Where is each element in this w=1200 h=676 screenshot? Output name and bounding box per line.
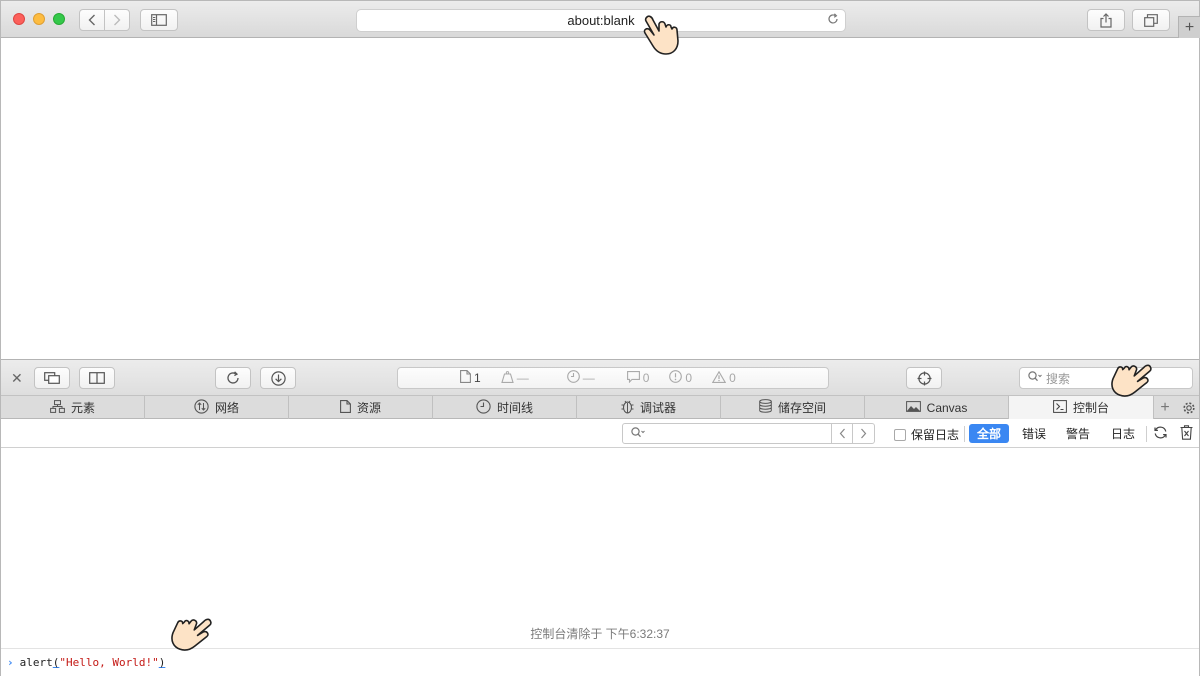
checkbox-box (894, 428, 906, 441)
new-tab-icon: + (1184, 18, 1195, 36)
console-input-function: alert (19, 656, 53, 669)
chevron-right-icon (861, 428, 867, 439)
download-icon (270, 370, 286, 386)
share-button[interactable] (1087, 9, 1125, 31)
open-paren: ( (52, 656, 60, 669)
clear-console-icon[interactable] (1180, 425, 1193, 443)
devtools-toolbar: ✕ 1 — — 0 0 0 搜索 (1, 359, 1199, 396)
sidebar-button[interactable] (140, 9, 178, 31)
filter-all-button[interactable]: 全部 (969, 424, 1009, 443)
close-paren: ) (158, 656, 166, 669)
address-bar[interactable]: about:blank (356, 9, 846, 32)
minimize-window-button[interactable] (33, 13, 45, 25)
sidebar-icon (151, 14, 167, 26)
download-archive-button[interactable] (260, 367, 296, 389)
address-text: about:blank (567, 13, 635, 28)
elements-icon (50, 399, 65, 416)
tab-elements[interactable]: 元素 (1, 396, 145, 419)
message-icon (626, 370, 640, 386)
search-icon (1028, 371, 1042, 385)
document-icon (460, 370, 471, 386)
storage-icon (759, 399, 772, 416)
show-tabs-button[interactable] (1132, 9, 1170, 31)
forward-button[interactable] (104, 9, 130, 31)
warning-count: 0 (711, 370, 736, 386)
console-filter-input[interactable] (622, 423, 832, 444)
clock-icon (566, 370, 580, 386)
zoom-window-button[interactable] (53, 13, 65, 25)
auto-refresh-icon[interactable] (1153, 425, 1168, 443)
inspect-element-button[interactable] (906, 367, 942, 389)
crosshair-icon (917, 371, 931, 385)
divider (1146, 426, 1147, 442)
close-window-button[interactable] (13, 13, 25, 25)
prompt-chevron-icon: › (7, 656, 14, 669)
reload-icon[interactable] (827, 13, 839, 28)
detach-window-icon (44, 372, 60, 384)
timeline-icon (476, 398, 491, 417)
network-icon (194, 398, 209, 417)
search-placeholder: 搜索 (1046, 371, 1071, 386)
weight-icon (500, 370, 514, 386)
console-input-argument: "Hello, World!" (59, 656, 159, 669)
devtools-status-dashboard[interactable]: 1 — — 0 0 0 (397, 367, 829, 389)
error-count: 0 (669, 370, 692, 386)
resources-icon (340, 399, 351, 416)
filter-warnings-button[interactable]: 警告 (1059, 424, 1097, 443)
browser-toolbar: about:blank + (1, 1, 1200, 38)
chevron-left-icon (839, 428, 845, 439)
console-filter-bar: 保留日志 全部 错误 警告 日志 (1, 420, 1199, 448)
next-match-button[interactable] (852, 423, 875, 444)
resource-count: 1 (460, 370, 481, 386)
settings-button[interactable] (1178, 396, 1199, 419)
warning-icon (711, 370, 727, 386)
pointing-hand-cursor-icon (643, 15, 679, 55)
browser-window: about:blank + ✕ 1 — — 0 0 0 搜索 元素 网络 资源 … (0, 0, 1200, 676)
share-icon (1100, 12, 1112, 28)
previous-match-button[interactable] (831, 423, 853, 444)
forward-icon (114, 14, 121, 26)
search-icon (631, 426, 645, 441)
filter-errors-button[interactable]: 错误 (1015, 424, 1053, 443)
gear-icon (1182, 401, 1195, 414)
reload-page-button[interactable] (215, 367, 251, 389)
debugger-icon (621, 399, 634, 417)
tab-timeline[interactable]: 时间线 (433, 396, 577, 419)
tabs-icon (1144, 13, 1158, 27)
plus-icon: + (1160, 398, 1170, 416)
tab-debugger[interactable]: 调试器 (577, 396, 721, 419)
error-icon (669, 370, 683, 386)
reload-icon (227, 371, 239, 384)
detach-devtools-button[interactable] (34, 367, 70, 389)
add-tab-button[interactable]: + (1154, 396, 1176, 419)
tab-resources[interactable]: 资源 (289, 396, 433, 419)
canvas-icon (905, 400, 921, 415)
divider (964, 426, 965, 442)
tab-canvas[interactable]: Canvas (865, 396, 1009, 419)
preserve-log-checkbox[interactable]: 保留日志 (894, 426, 959, 443)
close-devtools-icon[interactable]: ✕ (11, 370, 23, 387)
devtools-tab-bar: 元素 网络 资源 时间线 调试器 储存空间 Canvas 控制台 + (1, 396, 1199, 419)
tab-storage[interactable]: 储存空间 (721, 396, 865, 419)
dock-side-icon (89, 372, 105, 384)
page-content-area[interactable] (1, 39, 1199, 359)
load-time: — (566, 370, 595, 386)
tab-network[interactable]: 网络 (145, 396, 289, 419)
resource-size: — (500, 370, 529, 386)
back-icon (88, 14, 95, 26)
dock-side-button[interactable] (79, 367, 115, 389)
filter-logs-button[interactable]: 日志 (1104, 424, 1142, 443)
console-icon (1053, 399, 1067, 416)
back-button[interactable] (79, 9, 105, 31)
log-count: 0 (626, 370, 649, 386)
new-tab-button[interactable]: + (1178, 16, 1200, 38)
